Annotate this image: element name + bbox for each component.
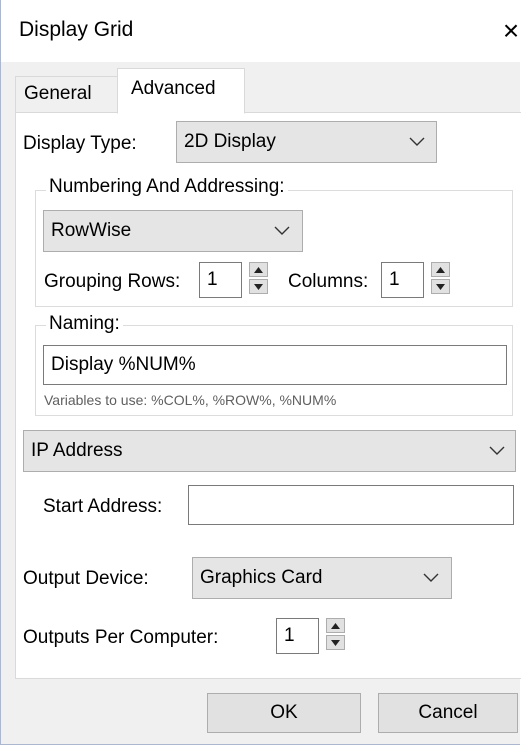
- start-address-input[interactable]: [188, 485, 514, 525]
- arrow-up-icon: [254, 266, 263, 273]
- display-type-value: 2D Display: [184, 131, 276, 152]
- columns-input[interactable]: 1: [381, 262, 424, 298]
- display-grid-dialog: Display Grid × General Advanced Display …: [0, 0, 521, 745]
- chevron-down-icon: [423, 573, 439, 582]
- columns-up-button[interactable]: [431, 262, 450, 277]
- ok-button[interactable]: OK: [207, 693, 361, 733]
- start-address-label: Start Address:: [43, 496, 163, 517]
- arrow-down-icon: [436, 283, 445, 290]
- numbering-mode-select[interactable]: RowWise: [43, 210, 303, 252]
- display-type-select[interactable]: 2D Display: [176, 121, 437, 163]
- columns-label: Columns:: [288, 271, 369, 292]
- cancel-button[interactable]: Cancel: [378, 693, 518, 733]
- window-title: Display Grid: [19, 18, 134, 41]
- outputs-per-computer-value: 1: [284, 625, 295, 646]
- chevron-down-icon: [274, 226, 290, 235]
- grouping-rows-label: Grouping Rows:: [44, 271, 181, 292]
- address-type-select[interactable]: IP Address: [23, 430, 516, 472]
- tab-advanced[interactable]: Advanced: [117, 68, 245, 114]
- grouping-rows-spinner[interactable]: [249, 262, 268, 298]
- naming-group-label: Naming:: [46, 313, 123, 335]
- naming-input[interactable]: Display %NUM%: [43, 345, 507, 385]
- arrow-down-icon: [331, 639, 340, 646]
- display-type-label: Display Type:: [23, 133, 137, 154]
- naming-hint: Variables to use: %COL%, %ROW%, %NUM%: [44, 392, 337, 408]
- columns-down-button[interactable]: [431, 279, 450, 294]
- close-button[interactable]: ×: [491, 8, 521, 54]
- chevron-down-icon: [489, 446, 505, 455]
- columns-value: 1: [389, 269, 400, 290]
- numbering-group-label: Numbering And Addressing:: [46, 176, 288, 198]
- output-device-value: Graphics Card: [200, 567, 323, 588]
- output-device-select[interactable]: Graphics Card: [192, 557, 452, 599]
- output-device-label: Output Device:: [23, 568, 149, 589]
- outputs-per-computer-input[interactable]: 1: [276, 618, 319, 654]
- columns-spinner[interactable]: [431, 262, 450, 298]
- address-type-value: IP Address: [31, 440, 123, 461]
- arrow-up-icon: [436, 266, 445, 273]
- grouping-rows-input[interactable]: 1: [199, 262, 242, 298]
- close-icon: ×: [502, 15, 520, 46]
- grouping-rows-value: 1: [207, 269, 218, 290]
- grouping-rows-up-button[interactable]: [249, 262, 268, 277]
- outputs-up-button[interactable]: [326, 618, 345, 633]
- outputs-down-button[interactable]: [326, 635, 345, 650]
- title-bar: Display Grid ×: [1, 0, 521, 62]
- grouping-rows-down-button[interactable]: [249, 279, 268, 294]
- naming-value: Display %NUM%: [51, 354, 196, 375]
- tab-general[interactable]: General: [15, 76, 118, 113]
- arrow-down-icon: [254, 283, 263, 290]
- numbering-mode-value: RowWise: [51, 220, 132, 241]
- outputs-per-computer-spinner[interactable]: [326, 618, 345, 654]
- chevron-down-icon: [409, 137, 425, 146]
- outputs-per-computer-label: Outputs Per Computer:: [23, 627, 219, 648]
- arrow-up-icon: [331, 622, 340, 629]
